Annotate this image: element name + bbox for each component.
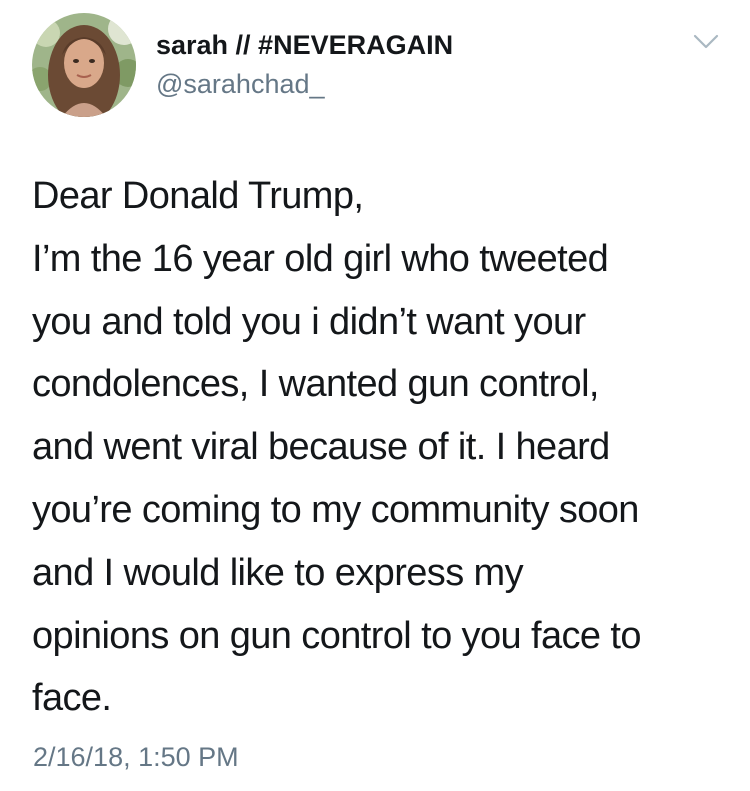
avatar-photo bbox=[32, 13, 136, 117]
tweet-text-line: and went viral because of it. I heard bbox=[32, 426, 610, 469]
tweet-text-line: condolences, I wanted gun control, bbox=[32, 363, 599, 406]
tweet-text-line: you and told you i didn’t want your bbox=[32, 300, 586, 343]
tweet-text: Dear Donald Trump, I’m the 16 year old g… bbox=[32, 165, 732, 730]
tweet-text-line: Dear Donald Trump, bbox=[32, 175, 364, 217]
display-name[interactable]: sarah // #NEVERAGAIN bbox=[156, 29, 453, 61]
tweet-text-line: opinions on gun control to you face to bbox=[32, 614, 641, 657]
tweet-card: sarah // #NEVERAGAIN @sarahchad_ Dear Do… bbox=[0, 0, 750, 791]
tweet-text-line: face. bbox=[32, 677, 112, 720]
chevron-down-icon[interactable] bbox=[692, 33, 720, 51]
tweet-text-line: I’m the 16 year old girl who tweeted bbox=[32, 237, 609, 280]
user-handle[interactable]: @sarahchad_ bbox=[156, 68, 325, 100]
tweet-text-line: and I would like to express my bbox=[32, 551, 524, 594]
tweet-text-line: you’re coming to my community soon bbox=[32, 488, 639, 531]
avatar[interactable] bbox=[32, 13, 136, 117]
timestamp[interactable]: 2/16/18, 1:50 PM bbox=[33, 741, 239, 773]
